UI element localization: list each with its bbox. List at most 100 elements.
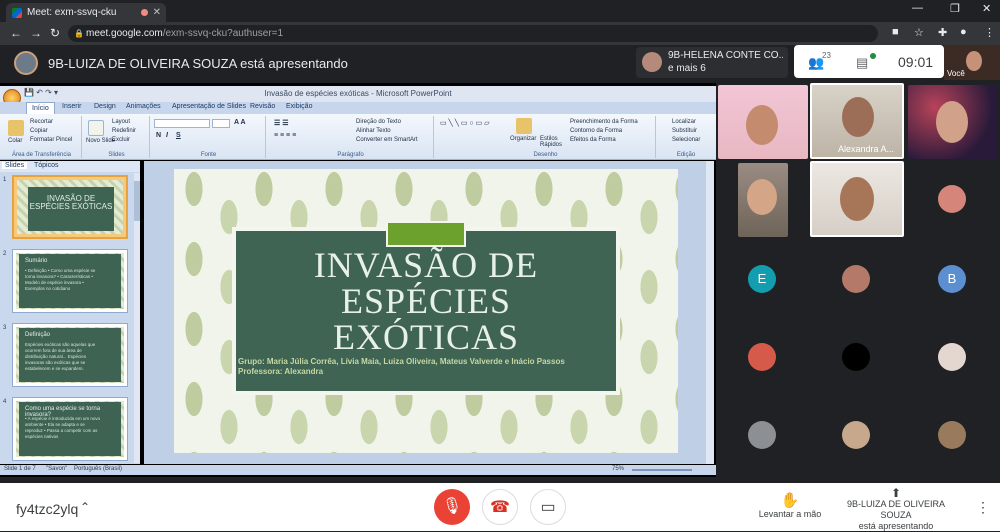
tab-apresentacao[interactable]: Apresentação de Slides bbox=[172, 103, 246, 110]
replace-button[interactable]: Substituir bbox=[672, 128, 697, 134]
forward-icon[interactable]: → bbox=[30, 26, 42, 40]
quick-styles-button[interactable]: Estilos Rápidos bbox=[540, 136, 564, 148]
shape-effects-button[interactable]: Efeitos da Forma bbox=[570, 137, 616, 143]
tab-animacoes[interactable]: Animações bbox=[126, 103, 161, 110]
font-name-field[interactable] bbox=[154, 119, 210, 128]
copy-button[interactable]: Copiar bbox=[30, 128, 48, 134]
browser-menu-icon[interactable]: ⋮ bbox=[984, 26, 995, 39]
participant-tile-strip[interactable]: 9B-HELENA CONTE CO... e mais 6 bbox=[636, 47, 788, 78]
quick-access-toolbar[interactable]: 💾 ↶ ↷ ▾ bbox=[24, 88, 58, 97]
arrange-icon[interactable] bbox=[516, 118, 532, 134]
slide-thumbnail-4[interactable]: Como uma espécie se torna invasora? • A … bbox=[12, 397, 128, 461]
slide-thumbnail-1[interactable]: INVASÃO DE ESPÉCIES EXÓTICAS bbox=[12, 175, 128, 239]
teacher: Professora: Alexandra bbox=[238, 367, 324, 376]
zoom-slider[interactable] bbox=[632, 469, 692, 471]
browser-tab-strip: Meet: exm-ssvq-cku ✕ — ❐ ✕ bbox=[0, 0, 1000, 22]
extensions-icon[interactable]: ✚ bbox=[938, 26, 947, 39]
participant-tile[interactable] bbox=[810, 239, 904, 317]
participant-tile[interactable]: E bbox=[716, 239, 810, 317]
url-field[interactable]: 🔒 meet.google.com/exm-ssvq-cku?authuser=… bbox=[68, 25, 878, 42]
meet-favicon-icon bbox=[12, 7, 22, 18]
restore-icon[interactable]: ❐ bbox=[950, 2, 960, 15]
cut-button[interactable]: Recortar bbox=[30, 119, 53, 125]
arrange-button[interactable]: Organizar bbox=[510, 136, 536, 142]
camera-indicator-icon[interactable]: ■ bbox=[892, 26, 899, 38]
paste-icon[interactable] bbox=[8, 120, 24, 136]
ppt-status-bar: Slide 1 de 7 "Savon" Português (Brasil) … bbox=[0, 465, 716, 475]
tab-slides[interactable]: Slides bbox=[2, 162, 28, 169]
browser-tab[interactable]: Meet: exm-ssvq-cku ✕ bbox=[6, 3, 166, 22]
align-icon[interactable]: ≡ ≡ ≡ ≡ bbox=[274, 132, 296, 139]
participant-tile[interactable] bbox=[810, 317, 904, 395]
profile-avatar[interactable]: ● bbox=[960, 26, 967, 38]
participant-tile[interactable] bbox=[906, 161, 1000, 239]
bold-icon[interactable]: N bbox=[156, 132, 161, 139]
participant-avatar bbox=[748, 343, 776, 371]
meeting-code[interactable]: fy4tzc2ylq bbox=[16, 501, 78, 517]
participant-tile[interactable] bbox=[810, 161, 904, 239]
underline-icon[interactable]: S bbox=[176, 132, 181, 139]
self-view-tile[interactable]: Você bbox=[944, 45, 1000, 80]
more-options-icon[interactable]: ⋮ bbox=[976, 499, 990, 516]
participant-initial: B bbox=[938, 265, 966, 293]
slides-pane-scrollbar[interactable] bbox=[134, 173, 140, 463]
tab-design[interactable]: Design bbox=[94, 103, 116, 110]
mic-off-button[interactable]: 🎙 bbox=[434, 489, 470, 525]
participant-tile[interactable] bbox=[716, 83, 810, 161]
participant-tile[interactable] bbox=[906, 83, 1000, 161]
new-slide-icon[interactable] bbox=[88, 120, 104, 136]
minimize-icon[interactable]: — bbox=[912, 2, 923, 14]
bullets-icon[interactable]: ☰ ☰ bbox=[274, 119, 289, 127]
participant-tile[interactable] bbox=[906, 395, 1000, 473]
tab-inicio[interactable]: Início bbox=[26, 102, 55, 114]
back-icon[interactable]: ← bbox=[10, 26, 22, 40]
participant-tile[interactable]: Alexandra A... bbox=[810, 83, 904, 161]
tab-revisao[interactable]: Revisão bbox=[250, 103, 275, 110]
paste-button[interactable]: Colar bbox=[8, 138, 22, 144]
raise-hand-button[interactable]: ✋ Levantar a mão bbox=[756, 491, 824, 519]
align-text-button[interactable]: Alinhar Texto bbox=[356, 128, 391, 134]
delete-button[interactable]: Excluir bbox=[112, 137, 130, 143]
text-direction-button[interactable]: Direção do Texto bbox=[356, 119, 401, 125]
slide-accent-tab bbox=[386, 221, 466, 247]
shapes-gallery-icon[interactable]: ▭ ╲ ╲ ▭ ○ ▭ ▱ bbox=[440, 119, 490, 127]
chat-icon[interactable]: ▤ bbox=[856, 55, 868, 71]
participant-tile[interactable] bbox=[810, 395, 904, 473]
participant-tile[interactable] bbox=[906, 317, 1000, 395]
window-close-icon[interactable]: ✕ bbox=[982, 2, 991, 15]
grow-font-icon[interactable]: A A bbox=[234, 119, 246, 126]
tab-inserir[interactable]: Inserir bbox=[62, 103, 81, 110]
shape-outline-button[interactable]: Contorno da Forma bbox=[570, 128, 622, 134]
participant-tile[interactable] bbox=[716, 395, 810, 473]
reload-icon[interactable]: ↻ bbox=[50, 26, 60, 40]
current-slide[interactable]: INVASÃO DE ESPÉCIES EXÓTICAS Grupo: Mari… bbox=[174, 169, 678, 453]
participant-tile[interactable] bbox=[716, 161, 810, 239]
font-size-field[interactable] bbox=[212, 119, 230, 128]
star-icon[interactable]: ☆ bbox=[914, 26, 924, 39]
close-tab-icon[interactable]: ✕ bbox=[153, 7, 161, 18]
smartart-button[interactable]: Converter em SmartArt bbox=[356, 137, 418, 143]
tab-exibicao[interactable]: Exibição bbox=[286, 103, 312, 110]
presentation-status-button[interactable]: ⬆ 9B-LUIZA DE OLIVEIRA SOUZA está aprese… bbox=[834, 487, 958, 532]
select-button[interactable]: Selecionar bbox=[672, 137, 700, 143]
slide-thumbnail-2[interactable]: Sumário • Definição • Como uma espécie s… bbox=[12, 249, 128, 313]
reset-button[interactable]: Redefinir bbox=[112, 128, 136, 134]
slide-thumbnail-3[interactable]: Definição Espécies exóticas são aquelas … bbox=[12, 323, 128, 387]
shape-fill-button[interactable]: Preenchimento da Forma bbox=[570, 119, 638, 125]
camera-button[interactable]: ▭ bbox=[530, 489, 566, 525]
leave-call-button[interactable]: ☎ bbox=[482, 489, 518, 525]
italic-icon[interactable]: I bbox=[166, 132, 168, 139]
layout-button[interactable]: Layout bbox=[112, 119, 130, 125]
drawing-label: Desenho bbox=[533, 152, 558, 158]
participant-initial: E bbox=[748, 265, 776, 293]
scrollbar-knob[interactable] bbox=[134, 181, 140, 221]
participant-tile[interactable]: B bbox=[906, 239, 1000, 317]
tab-topicos[interactable]: Tópicos bbox=[34, 162, 59, 169]
format-painter-button[interactable]: Formatar Pincel bbox=[30, 137, 72, 143]
chevron-up-icon[interactable]: ⌃ bbox=[80, 500, 90, 514]
new-slide-button[interactable]: Novo Slide bbox=[86, 138, 115, 144]
participant-tile[interactable] bbox=[716, 317, 810, 395]
title-box[interactable]: INVASÃO DE ESPÉCIES EXÓTICAS Grupo: Mari… bbox=[232, 227, 620, 395]
find-button[interactable]: Localizar bbox=[672, 119, 696, 125]
slide-scrollbar[interactable] bbox=[706, 161, 714, 464]
